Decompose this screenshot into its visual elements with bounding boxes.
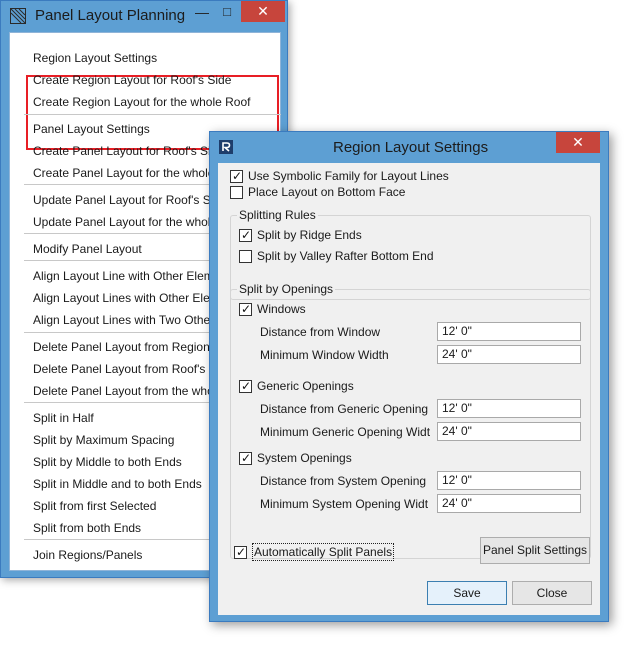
distance-system-label: Distance from System Opening: [260, 474, 427, 488]
menu-item-delete-region[interactable]: Delete Panel Layout from Region: [33, 337, 210, 357]
dialog-title-bar[interactable]: Region Layout Settings ✕: [210, 132, 608, 163]
menu-item-align-line-other[interactable]: Align Layout Line with Other Element: [33, 266, 230, 286]
min-system-width-input[interactable]: 24' 0": [437, 494, 581, 513]
menu-item-create-region-layout-whole[interactable]: Create Region Layout for the whole Roof: [33, 92, 250, 112]
distance-window-label: Distance from Window: [260, 325, 381, 339]
dialog-close-button[interactable]: ✕: [556, 132, 600, 153]
menu-item-split-middle-ends[interactable]: Split by Middle to both Ends: [33, 452, 182, 472]
maximize-button[interactable]: □: [216, 3, 238, 23]
window-title: Panel Layout Planning: [35, 7, 186, 24]
menu-item-update-panel-layout-side[interactable]: Update Panel Layout for Roof's Side: [33, 190, 227, 210]
check-mark-icon: ✓: [236, 545, 247, 559]
panel-split-settings-button[interactable]: Panel Split Settings: [480, 537, 590, 564]
checkbox-label: System Openings: [257, 451, 352, 465]
checkbox-box[interactable]: ✓: [234, 545, 247, 559]
check-mark-icon: ✓: [241, 228, 252, 242]
menu-item-modify-panel-layout[interactable]: Modify Panel Layout: [33, 239, 142, 259]
checkbox-label: Windows: [257, 302, 306, 316]
menu-item-region-layout-settings[interactable]: Region Layout Settings: [33, 48, 157, 68]
menu-item-align-lines-other[interactable]: Align Layout Lines with Other Element: [33, 288, 236, 308]
distance-window-input[interactable]: 12' 0": [437, 322, 581, 341]
checkbox-label: Automatically Split Panels: [252, 543, 395, 561]
menu-item-create-panel-layout-side[interactable]: Create Panel Layout for Roof's Side: [33, 141, 224, 161]
distance-system-input[interactable]: 12' 0": [437, 471, 581, 490]
menu-item-create-region-layout-side[interactable]: Create Region Layout for Roof's Side: [33, 70, 231, 90]
checkbox-label: Split by Valley Rafter Bottom End: [257, 249, 434, 263]
checkbox-label: Generic Openings: [257, 379, 354, 393]
check-mark-icon: ✓: [232, 169, 243, 183]
min-system-width-label: Minimum System Opening Widt: [260, 497, 429, 511]
dialog-title: Region Layout Settings: [333, 139, 489, 156]
min-window-width-label: Minimum Window Width: [260, 348, 389, 362]
save-button[interactable]: Save: [427, 581, 507, 605]
min-generic-width-label: Minimum Generic Opening Widt: [260, 425, 431, 439]
min-generic-width-input[interactable]: 24' 0": [437, 422, 581, 441]
minimize-button[interactable]: —: [191, 3, 213, 23]
checkbox-box[interactable]: ✓: [239, 302, 252, 316]
checkbox-box[interactable]: [230, 186, 243, 199]
checkbox-label: Split by Ridge Ends: [257, 228, 362, 242]
menu-item-join-regions[interactable]: Join Regions/Panels: [33, 545, 142, 565]
menu-item-split-in-middle[interactable]: Split in Middle and to both Ends: [33, 474, 202, 494]
menu-item-split-max-spacing[interactable]: Split by Maximum Spacing: [33, 430, 174, 450]
checkbox-box[interactable]: ✓: [239, 451, 252, 465]
revit-r-icon: [219, 140, 233, 154]
menu-item-split-both-ends[interactable]: Split from both Ends: [33, 518, 141, 538]
checkbox-label: Use Symbolic Family for Layout Lines: [248, 169, 449, 183]
menu-separator: [24, 114, 281, 115]
close-button[interactable]: ✕: [241, 1, 285, 22]
distance-generic-input[interactable]: 12' 0": [437, 399, 581, 418]
dialog-body: ✓ Use Symbolic Family for Layout Lines P…: [218, 163, 600, 615]
split-openings-group: Split by Openings ✓ Windows Distance fro…: [230, 282, 591, 559]
checkbox-label: Place Layout on Bottom Face: [248, 185, 406, 199]
grid-hatch-icon: [10, 8, 26, 24]
group-title: Split by Openings: [237, 282, 336, 296]
close-dialog-button[interactable]: Close: [512, 581, 592, 605]
menu-item-panel-layout-settings[interactable]: Panel Layout Settings: [33, 119, 150, 139]
min-window-width-input[interactable]: 24' 0": [437, 345, 581, 364]
checkbox-box[interactable]: ✓: [230, 169, 243, 183]
menu-item-split-first-selected[interactable]: Split from first Selected: [33, 496, 156, 516]
region-layout-settings-dialog: Region Layout Settings ✕ ✓ Use Symbolic …: [209, 131, 609, 622]
checkbox-box[interactable]: ✓: [239, 379, 252, 393]
checkbox-box[interactable]: [239, 250, 252, 263]
check-mark-icon: ✓: [241, 379, 252, 393]
menu-item-split-half[interactable]: Split in Half: [33, 408, 94, 428]
group-title: Splitting Rules: [237, 208, 318, 222]
distance-generic-label: Distance from Generic Opening: [260, 402, 429, 416]
check-mark-icon: ✓: [241, 451, 252, 465]
checkbox-box[interactable]: ✓: [239, 228, 252, 242]
title-bar[interactable]: Panel Layout Planning — □ ✕: [1, 1, 287, 32]
check-mark-icon: ✓: [241, 302, 252, 316]
menu-item-delete-side[interactable]: Delete Panel Layout from Roof's Side: [33, 359, 233, 379]
